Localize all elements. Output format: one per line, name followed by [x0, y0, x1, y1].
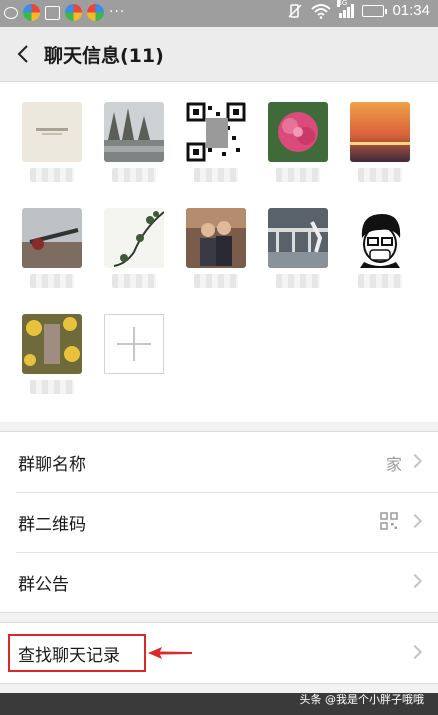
chevron-right-icon: [407, 453, 423, 469]
member-avatar[interactable]: [350, 102, 410, 162]
page-title: 聊天信息(11): [44, 45, 164, 67]
member-name-blurred: [194, 168, 238, 182]
clock: 01:34: [392, 2, 430, 19]
group-settings-section: 群聊名称 家 群二维码 群公告: [0, 431, 438, 613]
colorful-app-icon-2: [65, 4, 82, 21]
member-name-blurred: [112, 168, 156, 182]
status-bar: ··· 3G 01:34: [0, 0, 438, 27]
member-item[interactable]: [186, 102, 248, 182]
vibrate-off-icon: [288, 3, 302, 18]
member-item[interactable]: [22, 208, 84, 288]
signal-icon: 3G: [337, 0, 355, 18]
member-avatar[interactable]: [268, 208, 328, 268]
more-dots-icon: ···: [109, 4, 126, 20]
member-grid: [0, 82, 438, 422]
colorful-app-icon: [23, 4, 40, 21]
member-name-blurred: [276, 168, 320, 182]
member-name-blurred: [30, 380, 74, 394]
member-avatar[interactable]: [186, 208, 246, 268]
member-avatar[interactable]: [268, 102, 328, 162]
member-item[interactable]: [350, 208, 412, 288]
group-name-row[interactable]: 群聊名称 家: [0, 432, 438, 492]
member-item[interactable]: [22, 102, 84, 182]
group-notice-row[interactable]: 群公告: [0, 552, 438, 612]
member-item[interactable]: [104, 208, 166, 288]
member-avatar[interactable]: [104, 102, 164, 162]
qr-code-icon: [380, 512, 398, 530]
network-type: 3G: [337, 0, 348, 7]
system-icons: 3G 01:34: [287, 0, 430, 19]
chevron-right-icon: [407, 644, 423, 660]
red-arrow-icon: [148, 647, 192, 659]
member-name-blurred: [194, 274, 238, 288]
member-name-blurred: [30, 168, 74, 182]
member-name-blurred: [30, 274, 74, 288]
top-bar: 聊天信息(11): [0, 27, 438, 82]
member-avatar[interactable]: [350, 208, 410, 268]
group-qr-row[interactable]: 群二维码: [0, 492, 438, 552]
group-name-value: 家: [385, 455, 402, 474]
member-item[interactable]: [104, 102, 166, 182]
member-name-blurred: [358, 274, 402, 288]
highlight-box: [8, 634, 146, 672]
group-notice-label: 群公告: [18, 575, 69, 595]
member-avatar[interactable]: [22, 208, 82, 268]
member-avatar[interactable]: [22, 102, 82, 162]
member-avatar[interactable]: [22, 314, 82, 374]
member-avatar[interactable]: [104, 208, 164, 268]
member-item[interactable]: [350, 102, 412, 182]
back-arrow-icon[interactable]: [14, 44, 34, 64]
chevron-right-icon: [407, 513, 423, 529]
group-name-label: 群聊名称: [18, 455, 86, 475]
colorful-app-icon-3: [87, 4, 104, 21]
member-name-blurred: [358, 168, 402, 182]
search-history-row[interactable]: 查找聊天记录: [0, 623, 438, 683]
member-name-blurred: [276, 274, 320, 288]
chevron-right-icon: [407, 573, 423, 589]
image-icon: [45, 5, 60, 20]
battery-icon: [362, 4, 388, 17]
member-item[interactable]: [186, 208, 248, 288]
chat-bubble-icon: [4, 6, 18, 19]
member-avatar[interactable]: [186, 102, 246, 162]
member-name-blurred: [112, 274, 156, 288]
add-member-button[interactable]: [104, 314, 164, 374]
notification-icons: ···: [4, 4, 125, 21]
member-item[interactable]: [22, 314, 84, 394]
wifi-icon: [311, 3, 332, 19]
member-item[interactable]: [268, 208, 330, 288]
group-qr-label: 群二维码: [18, 515, 86, 535]
search-section: 查找聊天记录: [0, 622, 438, 684]
watermark: 头条 @我是个小胖子哦哦: [299, 693, 425, 706]
member-item[interactable]: [268, 102, 330, 182]
